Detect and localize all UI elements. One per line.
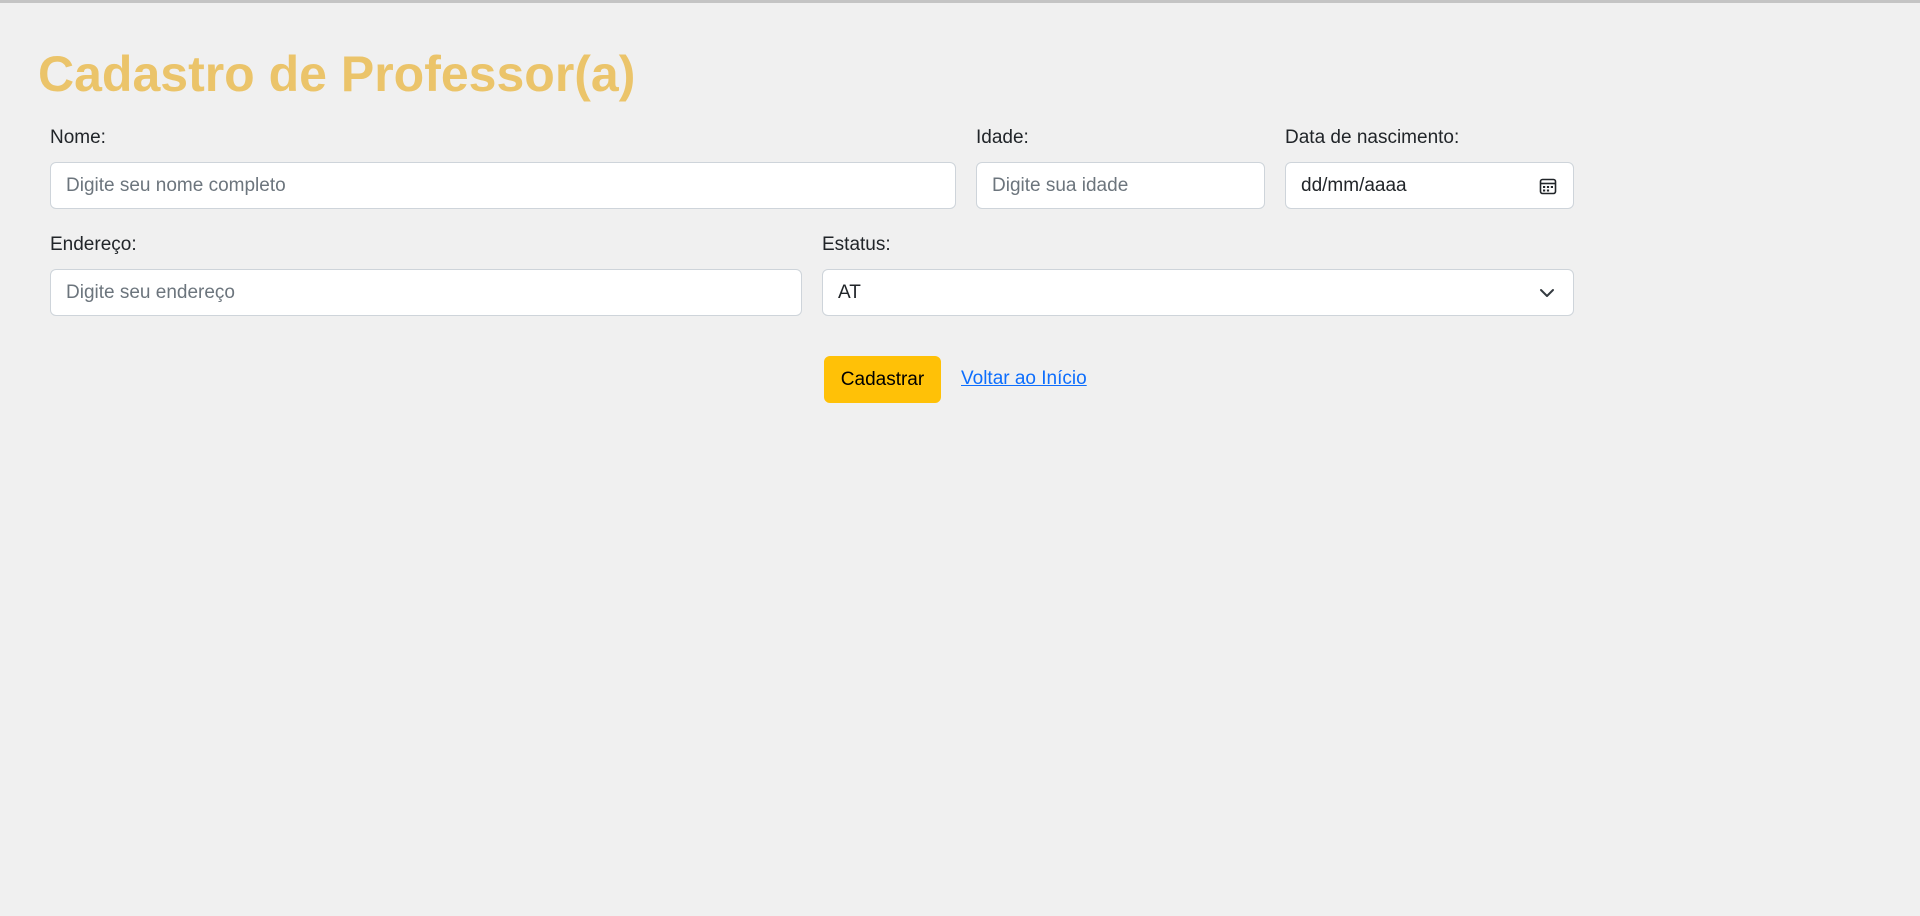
estatus-selected-value: AT [838, 281, 861, 303]
top-divider [0, 0, 1920, 3]
calendar-icon[interactable] [1539, 177, 1557, 195]
page-title: Cadastro de Professor(a) [38, 46, 636, 102]
nome-input[interactable] [50, 162, 956, 209]
endereco-input[interactable] [50, 269, 802, 316]
idade-label: Idade: [976, 127, 1029, 148]
nome-label: Nome: [50, 127, 106, 148]
chevron-down-icon [1539, 285, 1555, 301]
voltar-inicio-link[interactable]: Voltar ao Início [961, 367, 1087, 391]
endereco-label: Endereço: [50, 234, 137, 255]
data-nascimento-input[interactable]: dd/mm/aaaa [1285, 162, 1574, 209]
data-nascimento-label: Data de nascimento: [1285, 127, 1460, 148]
estatus-label: Estatus: [822, 234, 891, 255]
estatus-select[interactable]: AT [822, 269, 1574, 316]
data-nascimento-value: dd/mm/aaaa [1301, 174, 1407, 196]
idade-input[interactable] [976, 162, 1265, 209]
cadastrar-button[interactable]: Cadastrar [824, 356, 941, 403]
